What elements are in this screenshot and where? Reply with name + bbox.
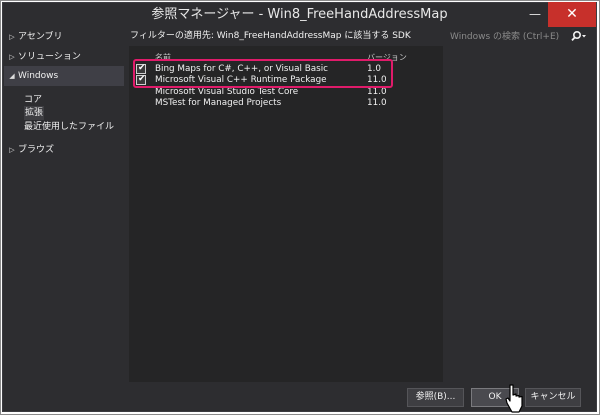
sidebar-item-label: Windows [18,71,59,81]
close-button[interactable]: ✕ [548,2,596,27]
search-input[interactable]: Windows の検索 (Ctrl+E) [450,30,559,44]
table-row[interactable]: Microsoft Visual Studio Test Core 11.0 [130,87,440,98]
details-pane [445,46,593,382]
sidebar-item-solution[interactable]: ▷ ソリューション [6,48,81,66]
row-version: 11.0 [367,98,387,108]
sidebar-item-label: アセンブリ [18,32,63,42]
search-icon[interactable] [568,28,588,46]
row-name: Microsoft Visual Studio Test Core [155,87,299,97]
row-name: MSTest for Managed Projects [155,98,282,108]
collapse-arrow-icon[interactable]: ◢ [6,67,18,85]
mouse-cursor-icon [503,384,529,414]
window-title: 参照マネージャー - Win8_FreeHandAddressMap [151,7,448,22]
minimize-icon: — [529,7,541,21]
row-version: 11.0 [367,87,387,97]
sidebar-subitem-recent[interactable]: 最近使用したファイル [24,120,114,134]
sidebar-subitem-extensions[interactable]: 拡張 [24,106,45,120]
minimize-button[interactable]: — [522,2,548,27]
close-icon: ✕ [566,6,578,22]
expand-arrow-icon[interactable]: ▷ [6,28,18,46]
title-bar[interactable]: 参照マネージャー - Win8_FreeHandAddressMap — ✕ [2,2,597,27]
filter-description: フィルターの適用先: Win8_FreeHandAddressMap に該当する… [130,31,411,41]
sidebar-subitem-core[interactable]: コア [24,93,42,107]
expand-arrow-icon[interactable]: ▷ [6,141,18,159]
highlight-annotation [133,59,393,88]
browse-button[interactable]: 参照(B)... [407,388,464,407]
sidebar-item-label: ソリューション [18,52,81,62]
sidebar-item-assemblies[interactable]: ▷ アセンブリ [6,28,63,46]
sidebar-item-label: ブラウズ [18,145,55,155]
cancel-button[interactable]: キャンセル [525,388,581,407]
table-row[interactable]: MSTest for Managed Projects 11.0 [130,98,440,109]
sidebar-item-browse[interactable]: ▷ ブラウズ [6,141,54,159]
expand-arrow-icon[interactable]: ▷ [6,48,18,66]
sidebar-item-windows[interactable]: ◢ Windows [6,67,58,85]
